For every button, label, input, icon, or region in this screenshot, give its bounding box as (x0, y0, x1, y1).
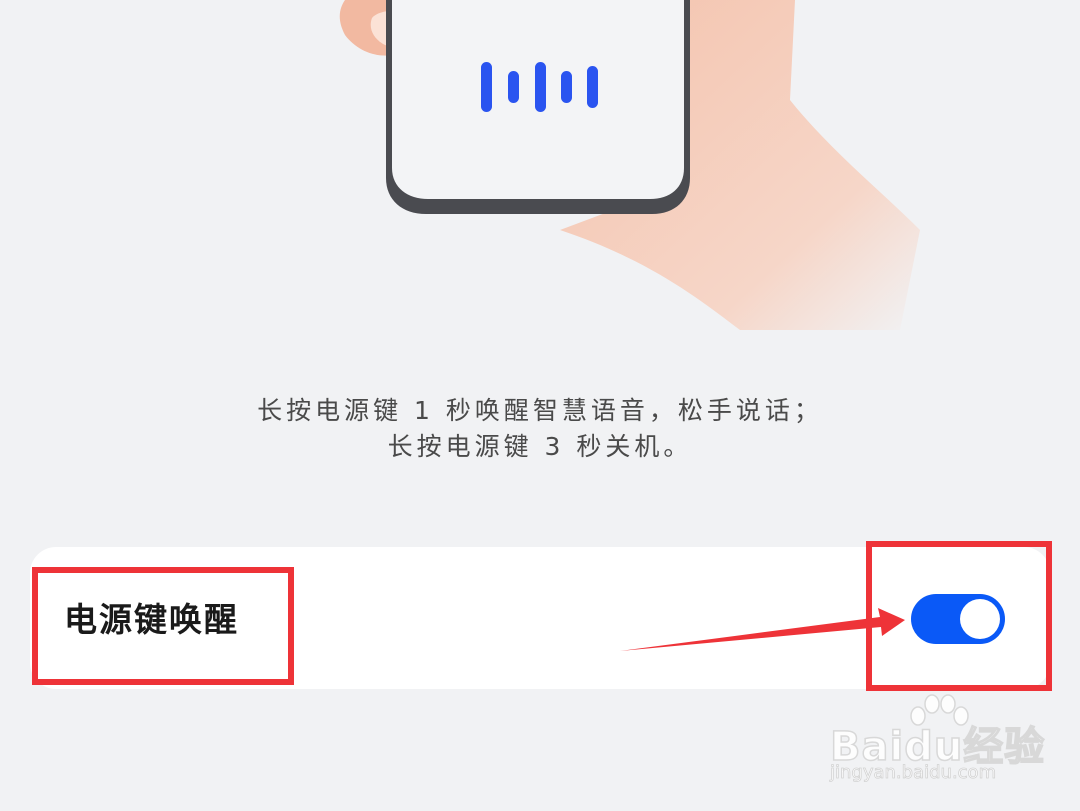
description-line-1: 长按电源键 1 秒唤醒智慧语音，松手说话； (257, 396, 823, 425)
page: 长按电源键 1 秒唤醒智慧语音，松手说话； 长按电源键 3 秒关机。 电源键唤醒… (0, 0, 1080, 811)
description-text: 长按电源键 1 秒唤醒智慧语音，松手说话； 长按电源键 3 秒关机。 (0, 393, 1080, 465)
baidu-watermark: Baidu经验 jingyan.baidu.com (826, 692, 1066, 792)
hand-holding-phone-voice-icon (339, 0, 920, 330)
toggle-highlight-box (866, 541, 1052, 691)
label-highlight-box (32, 567, 294, 685)
watermark-url: jingyan.baidu.com (830, 762, 997, 784)
description-line-2: 长按电源键 3 秒关机。 (387, 432, 693, 461)
